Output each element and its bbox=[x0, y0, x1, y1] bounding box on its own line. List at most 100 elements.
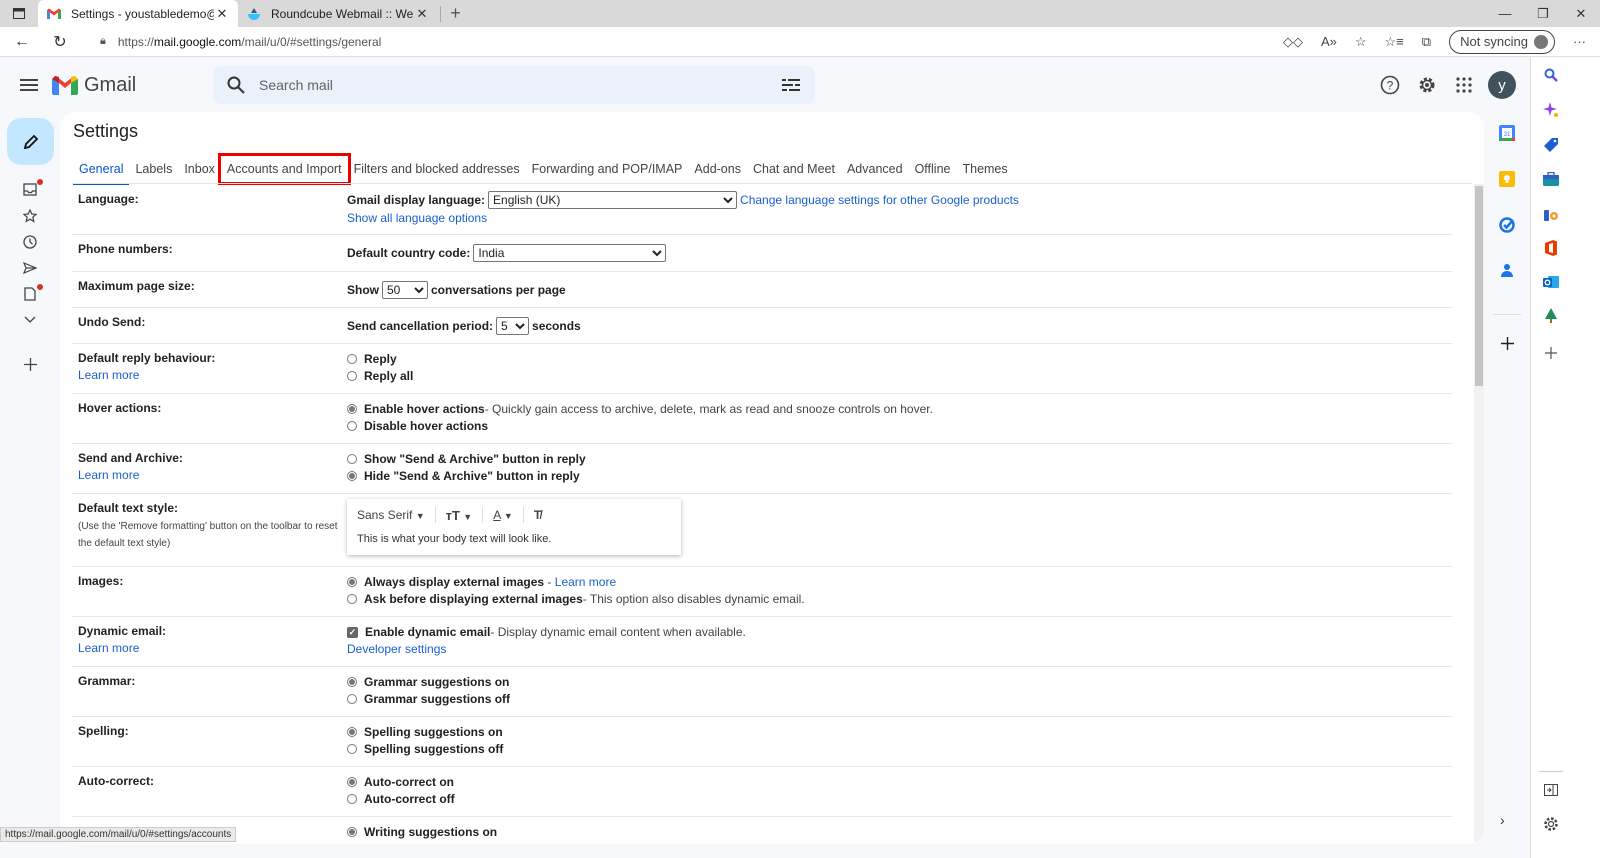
favorites-icon[interactable]: ☆≡ bbox=[1385, 34, 1404, 50]
drafts-icon[interactable] bbox=[20, 284, 43, 304]
read-aloud-icon[interactable]: A» bbox=[1321, 34, 1337, 49]
starred-icon[interactable] bbox=[20, 206, 40, 226]
radio-button[interactable] bbox=[347, 593, 357, 604]
copilot-sparkle-icon[interactable] bbox=[1542, 101, 1560, 119]
google-apps-icon[interactable] bbox=[1445, 67, 1482, 104]
radio-button[interactable] bbox=[347, 577, 357, 588]
radio-button[interactable] bbox=[347, 693, 357, 704]
back-icon[interactable]: ← bbox=[8, 28, 36, 56]
more-menu-icon[interactable]: ··· bbox=[1573, 34, 1586, 49]
radio-always-display-images[interactable]: Always display external images - Learn m… bbox=[347, 574, 1452, 591]
radio-button[interactable] bbox=[347, 677, 357, 688]
outlook-icon[interactable] bbox=[1542, 273, 1560, 291]
radio-enable-hover[interactable]: Enable hover actions - Quickly gain acce… bbox=[347, 401, 1452, 418]
settings-gear-icon[interactable] bbox=[1408, 67, 1445, 104]
tools-briefcase-icon[interactable] bbox=[1542, 170, 1560, 188]
radio-button[interactable] bbox=[347, 454, 357, 465]
radio-ask-before-images[interactable]: Ask before displaying external images - … bbox=[347, 591, 1452, 608]
account-avatar[interactable]: y bbox=[1488, 71, 1516, 99]
remove-formatting-icon[interactable]: T̸ bbox=[534, 508, 541, 522]
shopping-tag-icon[interactable] bbox=[1542, 136, 1560, 154]
radio-autocorrect-off[interactable]: Auto-correct off bbox=[347, 791, 1452, 808]
restore-icon[interactable]: ❐ bbox=[1524, 0, 1562, 27]
tasks-icon[interactable] bbox=[1497, 215, 1517, 235]
more-chevron-down-icon[interactable] bbox=[20, 310, 40, 330]
close-tab-icon[interactable]: ✕ bbox=[414, 6, 430, 22]
immersive-reader-icon[interactable]: ◇◇ bbox=[1283, 34, 1303, 50]
settings-scrollbar[interactable] bbox=[1474, 184, 1484, 842]
main-menu-button[interactable] bbox=[9, 65, 49, 105]
tab-general[interactable]: General bbox=[73, 156, 130, 185]
country-code-select[interactable]: India bbox=[473, 244, 667, 262]
learn-more-link[interactable]: Learn more bbox=[78, 368, 347, 382]
display-language-select[interactable]: English (UK) bbox=[488, 191, 738, 209]
radio-button[interactable] bbox=[347, 470, 357, 481]
checkbox[interactable]: ✓ bbox=[347, 626, 358, 638]
inbox-icon[interactable] bbox=[20, 179, 43, 199]
radio-hide-send-archive[interactable]: Hide "Send & Archive" button in reply bbox=[347, 468, 1452, 485]
radio-disable-hover[interactable]: Disable hover actions bbox=[347, 418, 1452, 435]
keep-icon[interactable] bbox=[1497, 169, 1517, 189]
collections-icon[interactable]: ⧉ bbox=[1422, 34, 1431, 50]
search-options-icon[interactable] bbox=[767, 77, 815, 93]
browser-tab-gmail[interactable]: Settings - youstabledemo@gmai ✕ bbox=[38, 0, 238, 27]
reload-icon[interactable]: ↻ bbox=[46, 28, 74, 56]
hide-sidebar-icon[interactable] bbox=[1542, 781, 1560, 799]
cancellation-period-select[interactable]: 5 bbox=[496, 316, 530, 335]
radio-writing-on[interactable]: Writing suggestions on bbox=[347, 824, 1452, 841]
sidebar-settings-gear-icon[interactable] bbox=[1542, 815, 1560, 833]
search-input[interactable] bbox=[259, 77, 767, 93]
tab-labels[interactable]: Labels bbox=[129, 156, 178, 182]
show-all-languages-link[interactable]: Show all language options bbox=[347, 211, 1452, 225]
tab-forwarding[interactable]: Forwarding and POP/IMAP bbox=[526, 156, 689, 182]
minimize-icon[interactable]: — bbox=[1486, 0, 1524, 27]
tab-accounts-and-import[interactable]: Accounts and Import bbox=[217, 153, 351, 185]
developer-settings-link[interactable]: Developer settings bbox=[347, 642, 1452, 656]
radio-button[interactable] bbox=[347, 370, 357, 381]
tab-inbox[interactable]: Inbox bbox=[178, 156, 221, 182]
radio-autocorrect-on[interactable]: Auto-correct on bbox=[347, 774, 1452, 791]
profile-sync-button[interactable]: Not syncing bbox=[1449, 29, 1555, 54]
show-side-panel-chevron-icon[interactable]: › bbox=[1500, 812, 1505, 828]
font-family-dropdown[interactable]: Sans Serif ▼ bbox=[357, 508, 425, 522]
help-icon[interactable]: ? bbox=[1371, 67, 1408, 104]
games-icon[interactable] bbox=[1542, 205, 1560, 223]
radio-grammar-on[interactable]: Grammar suggestions on bbox=[347, 674, 1452, 691]
tab-add-ons[interactable]: Add-ons bbox=[688, 156, 747, 182]
radio-button[interactable] bbox=[347, 404, 357, 415]
tab-actions-button[interactable] bbox=[0, 0, 38, 27]
radio-button[interactable] bbox=[347, 420, 357, 431]
radio-spelling-on[interactable]: Spelling suggestions on bbox=[347, 724, 1452, 741]
url-field[interactable]: 🔒︎ https://mail.google.com/mail/u/0/#set… bbox=[88, 29, 1228, 55]
tab-chat-and-meet[interactable]: Chat and Meet bbox=[747, 156, 841, 182]
add-favorite-icon[interactable]: ☆ bbox=[1355, 34, 1367, 50]
close-window-icon[interactable]: ✕ bbox=[1562, 0, 1600, 27]
font-size-button[interactable]: тT ▼ bbox=[446, 508, 473, 523]
tab-filters[interactable]: Filters and blocked addresses bbox=[348, 156, 526, 182]
learn-more-link[interactable]: Learn more bbox=[78, 468, 347, 482]
edge-search-icon[interactable] bbox=[1542, 66, 1560, 84]
radio-button[interactable] bbox=[347, 793, 357, 804]
checkbox-dynamic-email[interactable]: ✓ Enable dynamic email - Display dynamic … bbox=[347, 624, 1452, 641]
browser-tab-roundcube[interactable]: Roundcube Webmail :: Welcome ✕ bbox=[238, 0, 438, 27]
text-color-button[interactable]: A ▼ bbox=[493, 508, 513, 522]
learn-more-link[interactable]: Learn more bbox=[78, 641, 347, 655]
snoozed-clock-icon[interactable] bbox=[20, 232, 40, 252]
tree-icon[interactable] bbox=[1542, 307, 1560, 325]
add-sidebar-app-plus-icon[interactable] bbox=[1542, 344, 1560, 362]
radio-grammar-off[interactable]: Grammar suggestions off bbox=[347, 691, 1452, 708]
tab-advanced[interactable]: Advanced bbox=[841, 156, 909, 182]
radio-button[interactable] bbox=[347, 743, 357, 754]
office-icon[interactable] bbox=[1542, 239, 1560, 257]
tab-offline[interactable]: Offline bbox=[909, 156, 957, 182]
compose-button[interactable] bbox=[7, 118, 54, 165]
radio-reply-all[interactable]: Reply all bbox=[347, 368, 1452, 385]
learn-more-link[interactable]: Learn more bbox=[555, 575, 616, 589]
radio-button[interactable] bbox=[347, 727, 357, 738]
close-tab-icon[interactable]: ✕ bbox=[214, 6, 230, 22]
new-tab-button[interactable]: + bbox=[440, 3, 470, 23]
tab-themes[interactable]: Themes bbox=[956, 156, 1013, 182]
radio-show-send-archive[interactable]: Show "Send & Archive" button in reply bbox=[347, 451, 1452, 468]
radio-button[interactable] bbox=[347, 777, 357, 788]
search-icon[interactable] bbox=[213, 76, 259, 94]
